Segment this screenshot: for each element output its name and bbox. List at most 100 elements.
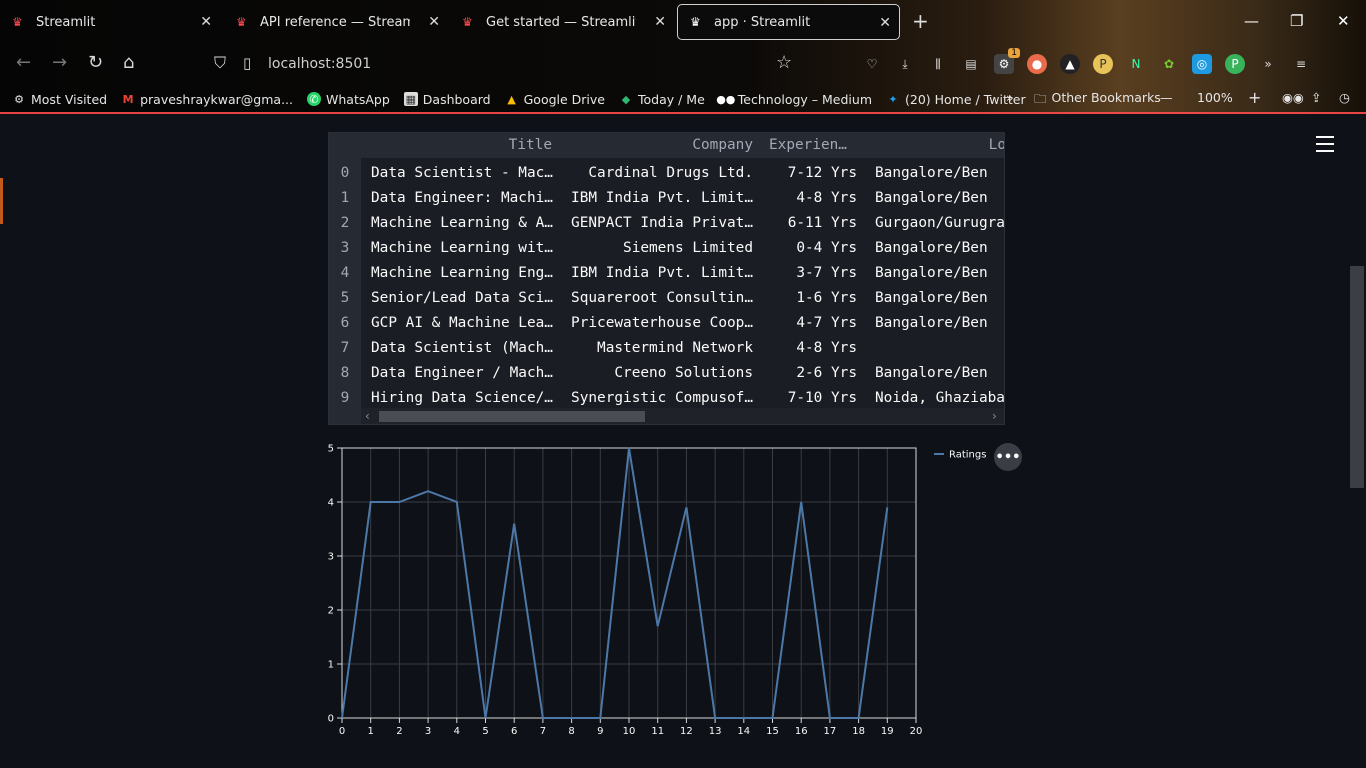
bookmark-twitter[interactable]: ✦ (20) Home / Twitter	[886, 92, 1025, 107]
extension-shield-p-icon[interactable]: P	[1225, 54, 1245, 74]
cell-title[interactable]: Data Engineer / Mach…	[371, 361, 555, 386]
cell-experience[interactable]: 4-7 Yrs	[759, 311, 857, 336]
row-index[interactable]: 8	[329, 361, 361, 386]
cell-location[interactable]: Bangalore/Ben	[875, 161, 1004, 186]
cell-company[interactable]: Creeno Solutions	[569, 361, 753, 386]
cell-location[interactable]: Bangalore/Ben	[875, 361, 1004, 386]
close-icon[interactable]: ✕	[654, 14, 666, 30]
column-header-company[interactable]: Company	[569, 133, 753, 158]
home-icon[interactable]: ⌂	[123, 54, 134, 72]
cell-title[interactable]: GCP AI & Machine Lea…	[371, 311, 555, 336]
cell-company[interactable]: IBM India Pvt. Limit…	[569, 186, 753, 211]
download-icon[interactable]: ⤓	[895, 54, 915, 74]
other-bookmarks[interactable]: 🗀 Other Bookmarks	[1034, 90, 1161, 111]
scroll-left-icon[interactable]: ‹	[365, 409, 370, 423]
history-clock-icon[interactable]: ◷	[1339, 90, 1350, 105]
pocket-icon[interactable]: ♡	[862, 54, 882, 74]
bookmark-whatsapp[interactable]: ✆ WhatsApp	[307, 92, 390, 107]
url-bar[interactable]: localhost:8501	[268, 56, 371, 72]
bookmark-medium[interactable]: ●● Technology – Medium	[716, 92, 872, 107]
bookmark-dashboard[interactable]: ▦ Dashboard	[403, 92, 491, 107]
minimize-icon[interactable]: —	[1244, 12, 1259, 30]
window-close-icon[interactable]: ✕	[1337, 12, 1350, 30]
cell-title[interactable]: Data Engineer: Machi…	[371, 186, 555, 211]
app-menu-icon[interactable]: ≡	[1291, 54, 1311, 74]
cell-location[interactable]: Bangalore/Ben	[875, 261, 1004, 286]
dataframe[interactable]: Title Company Experien… Lo 0 Data Scienti…	[328, 132, 1005, 425]
extension-blue-icon[interactable]: ◎	[1192, 54, 1212, 74]
cell-location[interactable]: Bangalore/Ben	[875, 186, 1004, 211]
row-index[interactable]: 1	[329, 186, 361, 211]
cell-experience[interactable]: 4-8 Yrs	[759, 186, 857, 211]
column-header-title[interactable]: Title	[459, 133, 552, 158]
cell-company[interactable]: GENPACT India Privat…	[569, 211, 753, 236]
scroll-right-icon[interactable]: ›	[992, 409, 997, 423]
shield-icon[interactable]: ⛉	[214, 54, 226, 72]
zoom-out-icon[interactable]: —	[1160, 90, 1173, 105]
cell-title[interactable]: Machine Learning wit…	[371, 236, 555, 261]
cell-experience[interactable]: 1-6 Yrs	[759, 286, 857, 311]
cell-location[interactable]: Bangalore/Ben	[875, 311, 1004, 336]
overflow-chevron-icon[interactable]: »	[1258, 54, 1278, 74]
cell-experience[interactable]: 3-7 Yrs	[759, 261, 857, 286]
extension-dark-icon[interactable]: ▲	[1060, 54, 1080, 74]
sidebar-icon[interactable]: ▤	[961, 54, 981, 74]
back-arrow-icon[interactable]: ←	[16, 54, 31, 72]
scrollbar-thumb[interactable]	[379, 411, 645, 422]
cell-title[interactable]: Machine Learning & A…	[371, 211, 555, 236]
row-index[interactable]: 6	[329, 311, 361, 336]
column-header-experience[interactable]: Experien…	[769, 133, 869, 158]
row-index[interactable]: 4	[329, 261, 361, 286]
cell-experience[interactable]: 7-12 Yrs	[759, 161, 857, 186]
dataframe-horizontal-scrollbar[interactable]: ‹ ›	[361, 408, 1004, 424]
bookmark-most-visited[interactable]: ⚙ Most Visited	[12, 92, 107, 107]
extension-green-icon[interactable]: ✿	[1159, 54, 1179, 74]
page-scrollbar[interactable]	[1350, 266, 1364, 488]
bookmarks-overflow-icon[interactable]: »	[1006, 90, 1014, 105]
row-index[interactable]: 9	[329, 386, 361, 411]
hamburger-menu-icon[interactable]	[1316, 136, 1334, 157]
extension-n-icon[interactable]: N	[1126, 54, 1146, 74]
extension-p-icon[interactable]: P	[1093, 54, 1113, 74]
close-icon[interactable]: ✕	[200, 14, 212, 30]
row-index[interactable]: 0	[329, 161, 361, 186]
cell-company[interactable]: IBM India Pvt. Limit…	[569, 261, 753, 286]
close-icon[interactable]: ✕	[428, 14, 440, 30]
cell-company[interactable]: Siemens Limited	[569, 236, 753, 261]
chart-actions-menu-button[interactable]: •••	[994, 443, 1022, 471]
save-page-icon[interactable]: ⇪	[1311, 90, 1321, 105]
close-icon[interactable]: ✕	[879, 15, 891, 31]
cell-title[interactable]: Data Scientist (Mach…	[371, 336, 555, 361]
library-icon[interactable]: ⫼	[928, 54, 948, 74]
cell-title[interactable]: Machine Learning Eng…	[371, 261, 555, 286]
cell-company[interactable]: Mastermind Network	[569, 336, 753, 361]
row-index[interactable]: 7	[329, 336, 361, 361]
reload-icon[interactable]: ↻	[88, 54, 103, 72]
cell-location[interactable]: Bangalore/Ben	[875, 286, 1004, 311]
extension-orange-icon[interactable]: ●	[1027, 54, 1047, 74]
cell-experience[interactable]: 2-6 Yrs	[759, 361, 857, 386]
bookmark-today-me[interactable]: ◆ Today / Me	[619, 92, 705, 107]
cell-company[interactable]: Cardinal Drugs Ltd.	[569, 161, 753, 186]
cell-location[interactable]: Bangalore/Ben	[875, 236, 1004, 261]
cell-location[interactable]: Gurgaon/Gurugra	[875, 211, 1004, 236]
mask-icon[interactable]: ◉◉	[1282, 90, 1304, 105]
tab-get-started[interactable]: ♛ Get started — Streamlit 0.84.1 d ✕	[450, 4, 674, 40]
star-bookmark-icon[interactable]: ☆	[776, 54, 792, 72]
cell-title[interactable]: Senior/Lead Data Sci…	[371, 286, 555, 311]
cell-company[interactable]: Squareroot Consultin…	[569, 286, 753, 311]
zoom-in-icon[interactable]: +	[1248, 88, 1261, 107]
tab-api-reference[interactable]: ♛ API reference — Streamlit 0.84.1 ✕	[224, 4, 448, 40]
cell-experience[interactable]: 6-11 Yrs	[759, 211, 857, 236]
cell-experience[interactable]: 4-8 Yrs	[759, 336, 857, 361]
tab-streamlit[interactable]: ♛ Streamlit ✕	[0, 4, 220, 40]
extension-badge-icon[interactable]: ⚙ 1	[994, 48, 1020, 74]
cell-company[interactable]: Pricewaterhouse Coop…	[569, 311, 753, 336]
cell-experience[interactable]: 0-4 Yrs	[759, 236, 857, 261]
zoom-level[interactable]: 100%	[1197, 90, 1233, 105]
column-header-location[interactable]: Lo	[874, 133, 1004, 158]
bookmark-google-drive[interactable]: ▲ Google Drive	[505, 92, 605, 107]
row-index[interactable]: 5	[329, 286, 361, 311]
row-index[interactable]: 3	[329, 236, 361, 261]
tab-app-streamlit[interactable]: ♛ app · Streamlit ✕	[677, 4, 900, 40]
